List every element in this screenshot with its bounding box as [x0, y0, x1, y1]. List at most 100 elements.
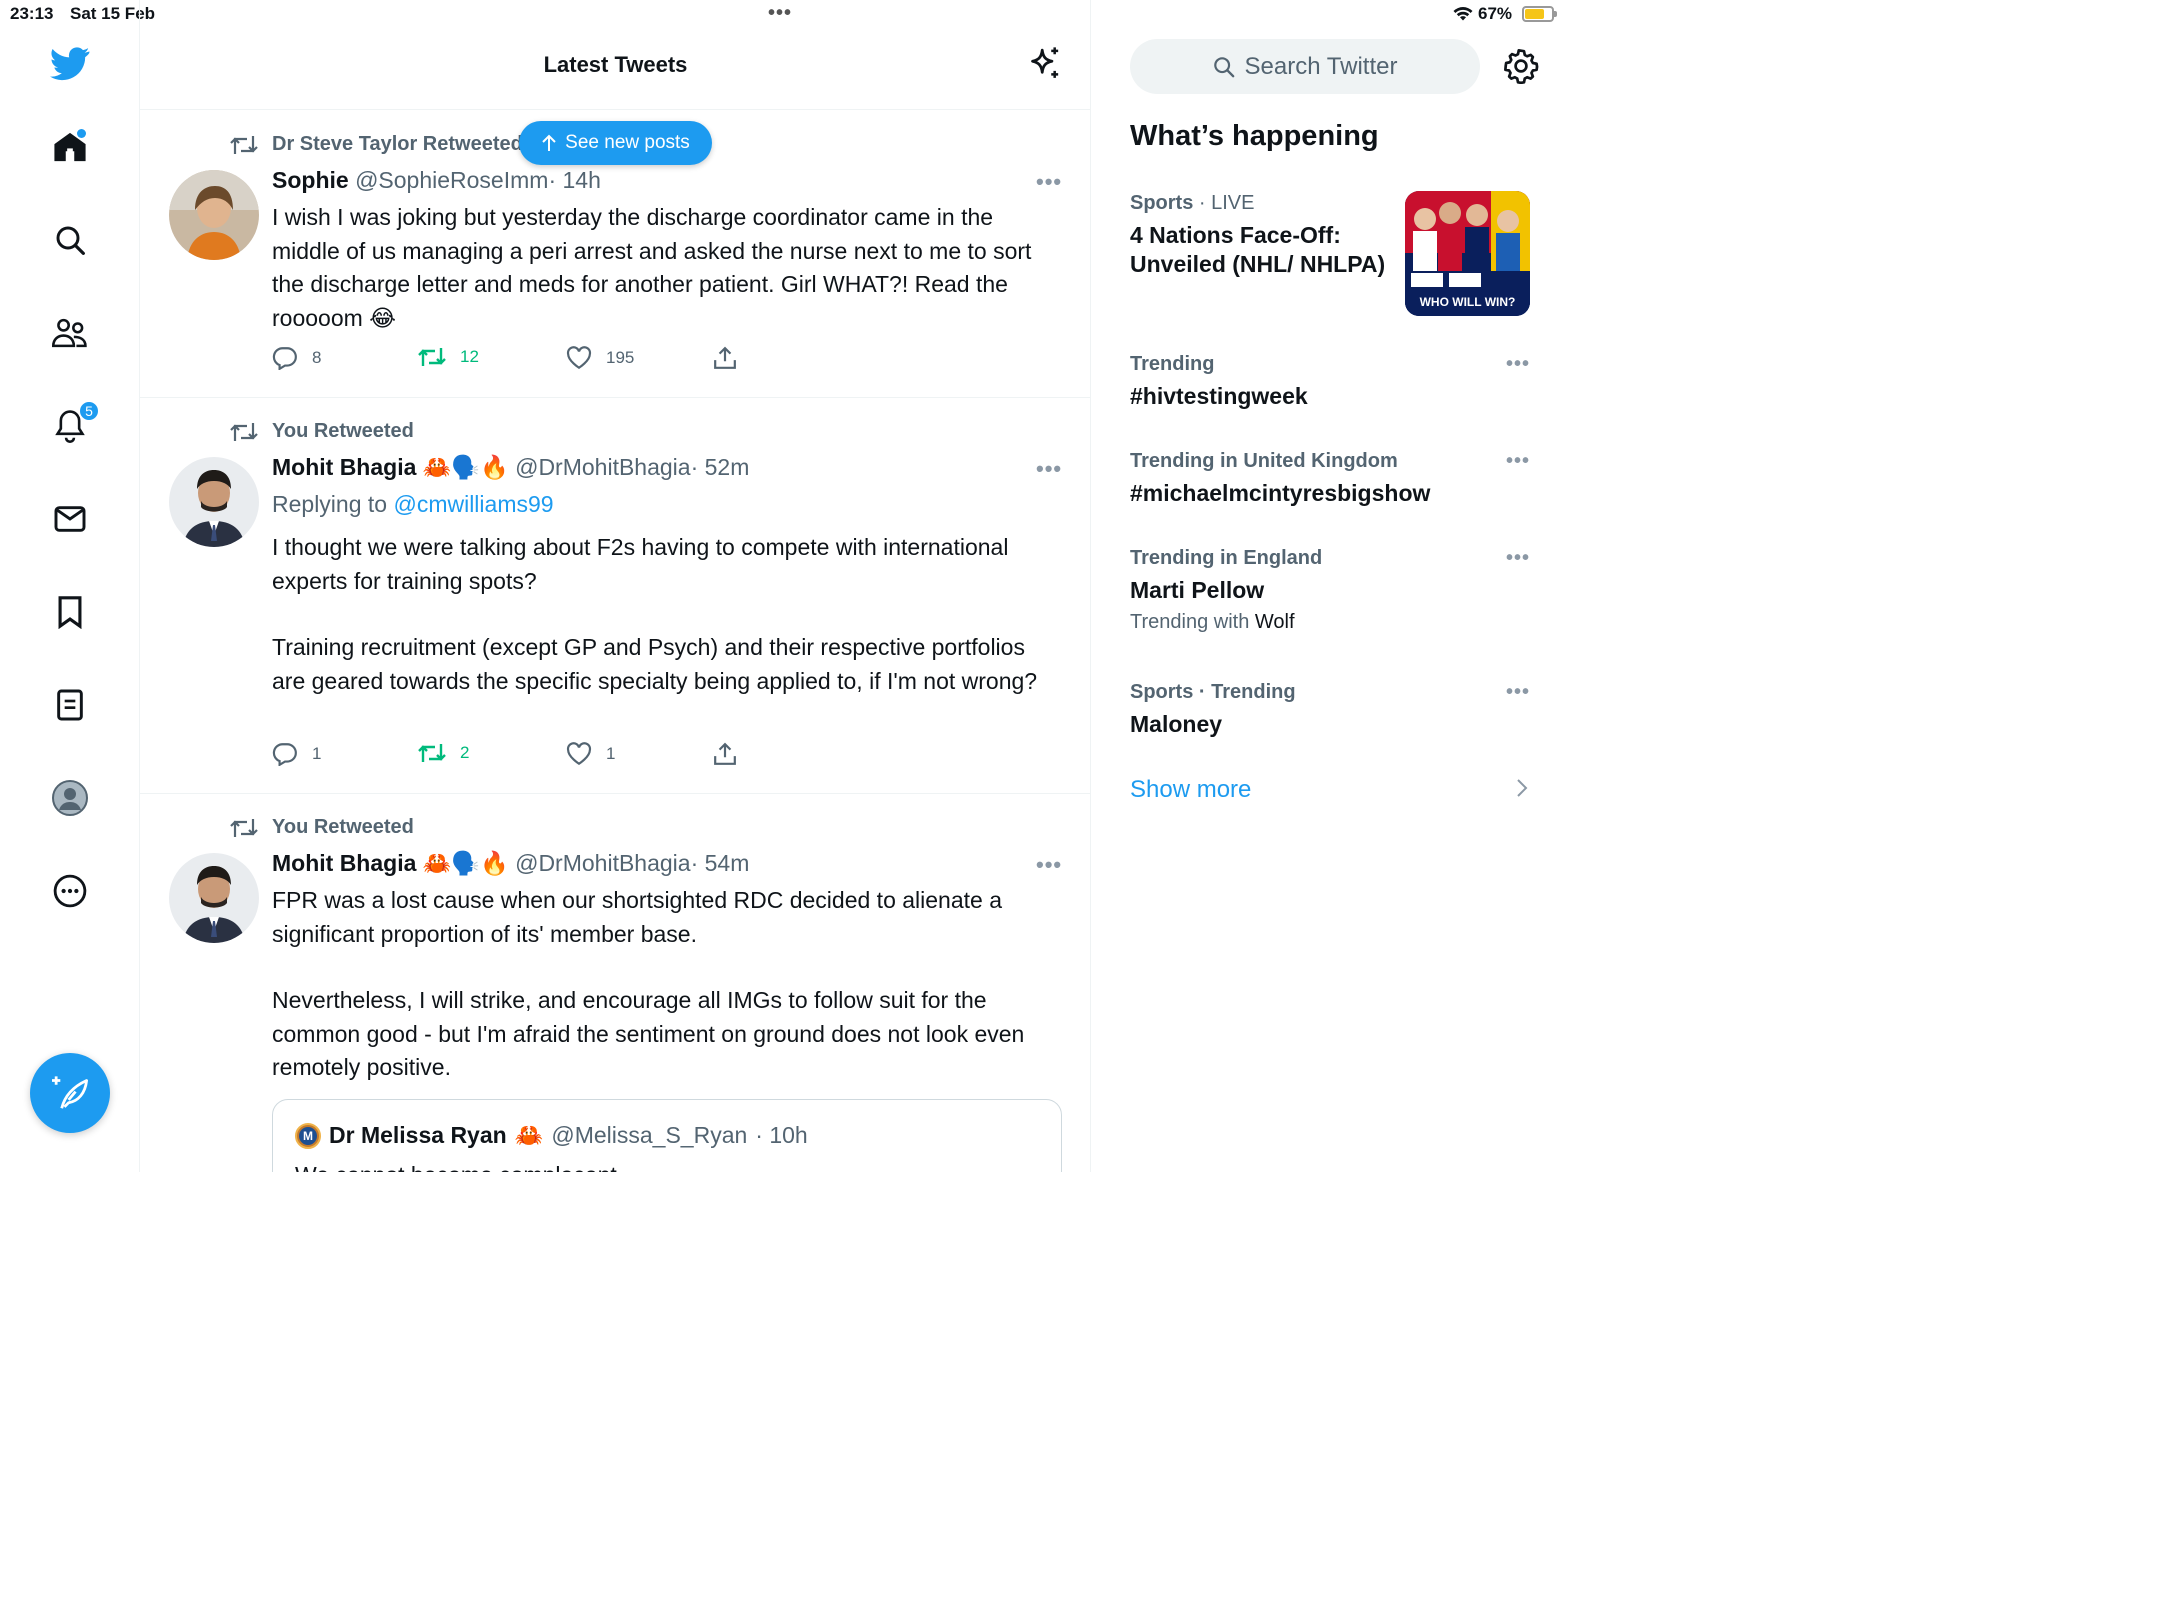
right-sidebar: Search Twitter What’s happening Sports ·… [1091, 0, 1563, 1172]
retweet-icon [418, 348, 446, 366]
tweet-time[interactable]: · 52m [691, 454, 750, 480]
home-unread-dot [77, 129, 86, 138]
news-context: Sports [1130, 192, 1194, 214]
trend-context: Trending [1130, 353, 1215, 375]
twitter-logo-icon[interactable] [48, 42, 92, 86]
share-button[interactable] [713, 742, 737, 766]
bookmarks-icon[interactable] [48, 590, 92, 634]
replying-to-link[interactable]: @cmwilliams99 [393, 491, 553, 517]
retweet-context: Dr Steve Taylor Retweeted [230, 133, 523, 156]
quoted-avatar-letter: M [299, 1126, 317, 1145]
like-button[interactable]: 1 [566, 742, 615, 766]
avatar[interactable] [169, 170, 259, 260]
trend-more-icon[interactable]: ••• [1506, 450, 1530, 473]
quoted-avatar[interactable]: M [295, 1122, 321, 1149]
quoted-tweet-header: M Dr Melissa Ryan 🦀 @Melissa_S_Ryan · 10h [295, 1122, 808, 1149]
author-name[interactable]: Mohit Bhagia [272, 454, 416, 480]
reply-button[interactable]: 8 [272, 346, 321, 370]
retweeted-by: You Retweeted [272, 420, 414, 442]
search-icon[interactable] [48, 218, 92, 262]
trend-name: #hivtestingweek [1130, 383, 1308, 409]
author-name[interactable]: Sophie [272, 167, 349, 193]
trend-more-icon[interactable]: ••• [1506, 353, 1530, 376]
tweet-header: Sophie @SophieRoseImm· 14h [272, 167, 601, 194]
tweet-more-icon[interactable]: ••• [1036, 169, 1062, 195]
retweet-count: 2 [460, 743, 470, 762]
tweet-actions: 1 2 1 [272, 742, 752, 772]
quoted-author-name[interactable]: Dr Melissa Ryan [329, 1122, 507, 1149]
left-nav: 5 [0, 0, 140, 1172]
trend-name: #michaelmcintyresbigshow [1130, 480, 1431, 506]
home-icon[interactable] [48, 125, 92, 169]
replying-to: Replying to @cmwilliams99 [272, 491, 554, 518]
trending-with-prefix: Trending with [1130, 611, 1250, 633]
quoted-author-handle[interactable]: @Melissa_S_Ryan [551, 1122, 747, 1149]
author-handle[interactable]: @DrMohitBhagia [515, 454, 690, 480]
retweet-button[interactable]: 2 [418, 742, 469, 764]
tweet-actions: 8 12 195 [272, 346, 752, 376]
tweet-text: I thought we were talking about F2s havi… [272, 531, 1062, 698]
like-count: 1 [606, 744, 616, 763]
messages-icon[interactable] [48, 497, 92, 541]
quoted-tweet[interactable]: M Dr Melissa Ryan 🦀 @Melissa_S_Ryan · 10h… [272, 1099, 1062, 1172]
communities-icon[interactable] [48, 311, 92, 355]
retweet-context: You Retweeted [230, 816, 414, 839]
trend-item[interactable]: Trending in England Marti Pellow Trendin… [1130, 547, 1530, 634]
news-image[interactable]: WHO WILL WIN? [1405, 191, 1530, 316]
reply-button[interactable]: 1 [272, 742, 321, 766]
compose-button[interactable] [30, 1053, 110, 1133]
search-input[interactable]: Search Twitter [1130, 39, 1480, 94]
tweet-time[interactable]: · 14h [548, 167, 600, 193]
tweet-paragraph: I thought we were talking about F2s havi… [272, 534, 1009, 594]
sparkle-icon[interactable] [1028, 46, 1062, 87]
author-name[interactable]: Mohit Bhagia [272, 850, 416, 876]
trend-more-icon[interactable]: ••• [1506, 681, 1530, 704]
quoted-tweet-text: We cannot become complacent [295, 1162, 617, 1172]
author-emoji: 🦀🗣️🔥 [422, 454, 509, 480]
compose-icon [52, 1076, 88, 1109]
like-count: 195 [606, 348, 635, 367]
tweet-paragraph: Training recruitment (except GP and Psyc… [272, 634, 1038, 694]
trend-item[interactable]: Trending #hivtestingweek [1130, 353, 1530, 411]
heart-icon [566, 346, 592, 370]
timeline-header: Latest Tweets [140, 30, 1090, 110]
retweeted-by: You Retweeted [272, 816, 414, 838]
trend-more-icon[interactable]: ••• [1506, 547, 1530, 570]
retweet-count: 12 [460, 347, 479, 366]
lists-icon[interactable] [48, 683, 92, 727]
tweet-time[interactable]: · 54m [691, 850, 750, 876]
trend-item[interactable]: Trending in United Kingdom #michaelmcint… [1130, 450, 1530, 508]
more-icon[interactable] [48, 869, 92, 913]
retweet-button[interactable]: 12 [418, 346, 479, 368]
tweet-more-icon[interactable]: ••• [1036, 456, 1062, 482]
tweet-paragraph: FPR was a lost cause when our shortsight… [272, 887, 1003, 947]
author-handle[interactable]: @SophieRoseImm [355, 167, 548, 193]
trend-item[interactable]: Sports · Trending Maloney [1130, 681, 1530, 739]
show-more-link[interactable]: Show more [1130, 776, 1251, 804]
arrow-up-icon [542, 134, 556, 151]
settings-gear-icon[interactable] [1503, 48, 1539, 89]
news-item[interactable]: Sports · LIVE 4 Nations Face-Off: Unveil… [1130, 192, 1400, 279]
like-button[interactable]: 195 [566, 346, 634, 370]
share-button[interactable] [713, 346, 737, 370]
tweet[interactable]: You Retweeted Mohit Bhagia 🦀🗣️🔥 @DrMohit… [140, 398, 1090, 794]
see-new-posts-button[interactable]: See new posts [519, 121, 712, 165]
news-headline: 4 Nations Face-Off: Unveiled (NHL/ NHLPA… [1130, 222, 1386, 277]
tweet-text: I wish I was joking but yesterday the di… [272, 201, 1062, 335]
share-icon [714, 742, 736, 765]
news-live: · LIVE [1198, 192, 1255, 214]
tweet-paragraph: Nevertheless, I will strike, and encoura… [272, 987, 1025, 1080]
retweet-context: You Retweeted [230, 420, 414, 443]
tweet-more-icon[interactable]: ••• [1036, 852, 1062, 878]
trending-with-topic[interactable]: Wolf [1255, 611, 1295, 633]
reply-count: 1 [312, 744, 322, 763]
retweeted-by: Dr Steve Taylor Retweeted [272, 133, 523, 155]
chevron-right-icon[interactable] [1516, 778, 1528, 803]
notifications-icon[interactable]: 5 [48, 400, 100, 448]
search-icon [1213, 56, 1234, 77]
author-handle[interactable]: @DrMohitBhagia [515, 850, 690, 876]
reply-count: 8 [312, 348, 322, 367]
avatar[interactable] [169, 853, 259, 943]
avatar[interactable] [169, 457, 259, 547]
profile-icon[interactable] [48, 776, 92, 820]
